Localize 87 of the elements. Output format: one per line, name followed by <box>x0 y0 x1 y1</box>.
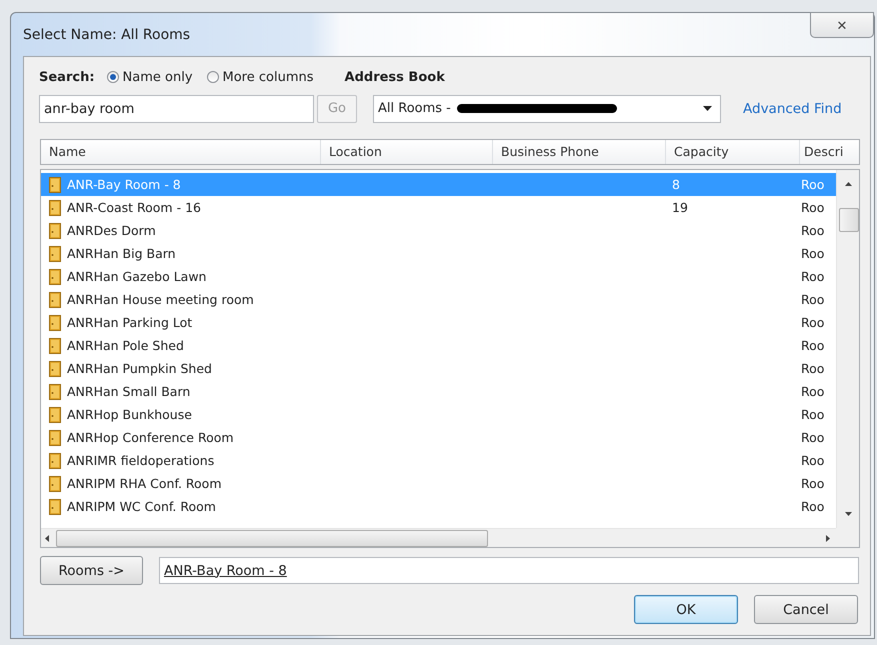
door-icon <box>49 498 61 514</box>
column-header[interactable]: Name <box>41 140 321 164</box>
table-row[interactable]: ANRHan Big Barn Roo <box>41 242 836 265</box>
room-name: ANRHan House meeting room <box>67 292 254 307</box>
advanced-find-link[interactable]: Advanced Find <box>743 100 842 116</box>
capacity-cell: 19 <box>672 200 688 215</box>
door-icon <box>49 384 61 400</box>
table-row[interactable]: ANRHan Pumpkin Shed Roo <box>41 357 836 380</box>
close-button[interactable]: ✕ <box>810 12 874 38</box>
scroll-left-icon[interactable] <box>45 534 49 542</box>
scroll-right-icon[interactable] <box>826 534 830 542</box>
description-cell: Roo <box>801 177 824 192</box>
rooms-button[interactable]: Rooms -> <box>40 556 143 585</box>
room-name: ANRHop Bunkhouse <box>67 407 192 422</box>
description-cell: Roo <box>801 453 824 468</box>
door-icon <box>49 200 61 216</box>
dialog-button[interactable]: Cancel <box>754 595 858 624</box>
table-row[interactable]: ANRHop Bunkhouse Roo <box>41 403 836 426</box>
description-cell: Roo <box>801 338 824 353</box>
room-name: ANRIPM RHA Conf. Room <box>67 476 222 491</box>
address-book-dropdown[interactable]: All Rooms - <box>373 94 721 122</box>
table-row[interactable]: ANRHop Conference Room Roo <box>41 426 836 449</box>
scrollbar-thumb[interactable] <box>56 530 488 546</box>
scroll-up-icon[interactable] <box>845 182 852 186</box>
door-icon <box>49 268 61 284</box>
radio-button[interactable]: More columns <box>206 70 314 84</box>
scrollbar-thumb[interactable] <box>839 208 859 232</box>
description-cell: Roo <box>801 499 824 514</box>
room-name: ANRIPM WC Conf. Room <box>67 499 216 514</box>
door-icon <box>49 406 61 422</box>
table-row[interactable]: ANRDes Dorm Roo <box>41 219 836 242</box>
description-cell: Roo <box>801 384 824 399</box>
room-name: ANRHop Conference Room <box>67 430 234 445</box>
table-row[interactable]: ANR-Coast Room - 16 19 Roo <box>41 196 836 219</box>
window-title: Select Name: All Rooms <box>23 26 190 42</box>
address-book-label: Address Book <box>344 70 445 84</box>
room-name: ANRHan Gazebo Lawn <box>67 269 206 284</box>
column-header[interactable]: Business Phone <box>493 140 666 164</box>
description-cell: Roo <box>801 223 824 238</box>
door-icon <box>49 476 61 492</box>
dropdown-caret-icon <box>703 106 712 111</box>
table-row[interactable]: ANRIPM WC Conf. Room Roo <box>41 495 836 518</box>
room-name: ANRHan Small Barn <box>67 384 190 399</box>
column-header[interactable]: Location <box>321 140 493 164</box>
room-name: ANR-Coast Room - 16 <box>67 200 201 215</box>
description-cell: Roo <box>801 292 824 307</box>
rooms-field[interactable]: ANR-Bay Room - 8 <box>159 557 859 584</box>
table-row[interactable]: ANRHan House meeting room Roo <box>41 288 836 311</box>
door-icon <box>49 246 61 262</box>
dropdown-value: All Rooms - <box>378 101 451 116</box>
door-icon <box>49 176 61 192</box>
description-cell: Roo <box>801 315 824 330</box>
dialog-button[interactable]: OK <box>634 595 738 624</box>
room-name: ANR-Bay Room - 8 <box>67 177 181 192</box>
door-icon <box>49 360 61 376</box>
door-icon <box>49 222 61 238</box>
table-row[interactable]: ANRIMR fieldoperations Roo <box>41 449 836 472</box>
table-row[interactable]: ANRHan Gazebo Lawn Roo <box>41 265 836 288</box>
room-name: ANRIMR fieldoperations <box>67 453 214 468</box>
capacity-cell: 8 <box>672 177 680 192</box>
column-header[interactable]: Descri <box>800 140 859 164</box>
description-cell: Roo <box>801 361 824 376</box>
room-name: ANRHan Big Barn <box>67 246 176 261</box>
search-field[interactable]: anr-bay room <box>39 94 314 122</box>
room-name: ANRDes Dorm <box>67 223 156 238</box>
table-row[interactable]: ANRIPM RHA Conf. Room Roo <box>41 472 836 495</box>
radio-button[interactable]: Name only <box>106 70 193 84</box>
door-icon <box>49 452 61 468</box>
table-row[interactable]: ANRHan Small Barn Roo <box>41 380 836 403</box>
column-header[interactable]: Capacity <box>666 140 800 164</box>
description-cell: Roo <box>801 200 824 215</box>
table-row[interactable]: ANRHan Pole Shed Roo <box>41 334 836 357</box>
description-cell: Roo <box>801 246 824 261</box>
scroll-down-icon[interactable] <box>845 512 852 516</box>
search-label: Search: <box>39 70 95 84</box>
door-icon <box>49 292 61 308</box>
description-cell: Roo <box>801 430 824 445</box>
door-icon <box>49 338 61 354</box>
table-row[interactable]: ANRHan Parking Lot Roo <box>41 311 836 334</box>
door-icon <box>49 314 61 330</box>
description-cell: Roo <box>801 269 824 284</box>
description-cell: Roo <box>801 476 824 491</box>
room-name: ANRHan Pumpkin Shed <box>67 361 212 376</box>
room-name: ANRHan Parking Lot <box>67 315 192 330</box>
room-name: ANRHan Pole Shed <box>67 338 184 353</box>
door-icon <box>49 430 61 446</box>
description-cell: Roo <box>801 407 824 422</box>
